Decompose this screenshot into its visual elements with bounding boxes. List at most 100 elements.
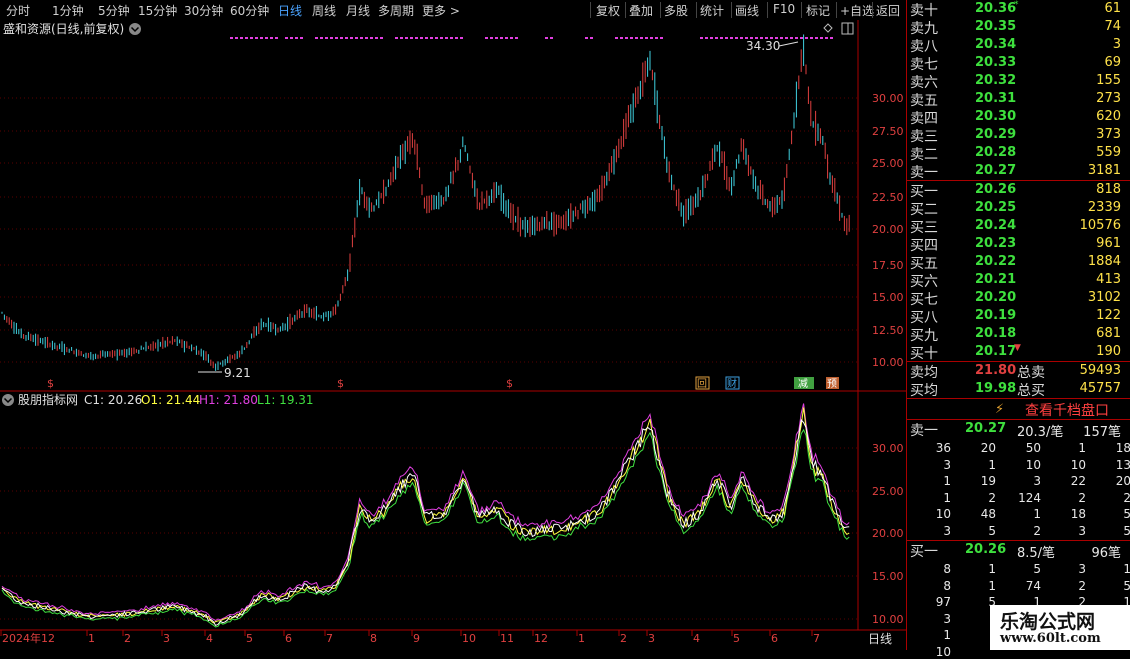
event-marker-jian[interactable]: 减 xyxy=(794,377,814,390)
signal-dot xyxy=(790,37,793,39)
level-price: 20.18 xyxy=(975,326,1017,341)
bid-level-8[interactable]: 买八 20.19 122 xyxy=(907,307,1130,326)
tab-multi-period[interactable]: 多周期 xyxy=(378,2,414,19)
ask-level-3[interactable]: 卖八 20.34 3 xyxy=(907,36,1130,55)
queue-cell: 18 xyxy=(1070,507,1086,521)
signal-dot xyxy=(510,37,513,39)
queue-cell: 2 xyxy=(1123,490,1130,505)
price-tick: 10.00 xyxy=(872,356,904,369)
level-price: 20.22 xyxy=(975,254,1017,269)
draw-line-button[interactable]: 画线 xyxy=(735,2,759,19)
statistics-button[interactable]: 统计 xyxy=(700,2,724,19)
svg-text:回: 回 xyxy=(697,378,707,390)
bid-level-10[interactable]: 买十 20.17 190 ▼ xyxy=(907,343,1130,362)
depth-view-button[interactable]: 查看千档盘口 xyxy=(1025,400,1109,420)
indicator-tick: 25.00 xyxy=(872,485,904,498)
event-marker-cai[interactable]: 财 xyxy=(725,376,740,390)
f10-button[interactable]: F10 xyxy=(773,2,795,16)
indicator-close-line xyxy=(1,418,850,627)
indicator-collapse-icon[interactable] xyxy=(2,394,14,406)
signal-dot xyxy=(585,37,588,39)
ask-level-4[interactable]: 卖七 20.33 69 xyxy=(907,54,1130,73)
tab-30min[interactable]: 30分钟 xyxy=(184,2,223,19)
ask-level-7[interactable]: 卖四 20.30 620 xyxy=(907,108,1130,127)
indicator-name: 股朋指标网 xyxy=(18,392,78,407)
overlay-button[interactable]: 叠加 xyxy=(629,2,653,19)
ask-level-1[interactable]: 卖十 20.36 61 * xyxy=(907,0,1130,19)
level-volume: 122 xyxy=(1096,308,1121,323)
signal-dot xyxy=(730,37,733,39)
add-watchlist-button[interactable]: +自选 xyxy=(840,2,874,19)
ask-level-10[interactable]: 卖一 20.27 3181 xyxy=(907,162,1130,181)
bid-level-6[interactable]: 买六 20.21 413 xyxy=(907,271,1130,290)
level-volume: 3 xyxy=(1112,37,1121,52)
event-marker[interactable]: $ xyxy=(506,377,513,390)
price-tick: 17.50 xyxy=(872,259,904,272)
date-label: 1 xyxy=(578,632,585,645)
ask-level-5[interactable]: 卖六 20.32 155 xyxy=(907,72,1130,91)
diamond-icon[interactable] xyxy=(823,23,833,33)
back-button[interactable]: 返回 xyxy=(876,2,900,19)
bid-level-2[interactable]: 买二 20.25 2339 xyxy=(907,199,1130,218)
queue-cell: 13 xyxy=(1115,457,1130,472)
date-label: 7 xyxy=(813,632,820,645)
window-icon[interactable] xyxy=(841,22,854,35)
tab-5min[interactable]: 5分钟 xyxy=(98,2,130,19)
level-label: 卖一 xyxy=(910,165,938,181)
tab-monthly[interactable]: 月线 xyxy=(346,2,370,19)
queue-cell: 5 xyxy=(1033,562,1041,576)
tab-weekly[interactable]: 周线 xyxy=(312,2,336,19)
level-label: 买六 xyxy=(910,274,938,290)
tab-1min[interactable]: 1分钟 xyxy=(52,2,84,19)
ask-level-9[interactable]: 卖二 20.28 559 xyxy=(907,144,1130,163)
event-marker[interactable]: $ xyxy=(337,377,344,390)
tab-15min[interactable]: 15分钟 xyxy=(138,2,177,19)
divider xyxy=(731,2,732,18)
queue-cell: 20 xyxy=(1115,474,1130,488)
level-label: 卖十 xyxy=(910,3,938,19)
signal-dot xyxy=(590,37,593,39)
kline-chart[interactable]: 盛和资源(日线,前复权) 34.30 9.21 30.00 27.50 25.0… xyxy=(0,20,906,650)
queue-cell: 3 xyxy=(943,457,951,472)
chevron-down-icon[interactable] xyxy=(129,23,141,35)
bid-level-1[interactable]: 买一 20.26 818 xyxy=(907,181,1130,200)
bid-level-4[interactable]: 买四 20.23 961 xyxy=(907,235,1130,254)
level-label: 买三 xyxy=(910,220,938,236)
signal-dot xyxy=(365,37,368,39)
queue-cell: 1 xyxy=(988,457,996,472)
event-marker[interactable]: $ xyxy=(47,377,54,390)
period-toolbar: 分时 1分钟 5分钟 15分钟 30分钟 60分钟 日线 周线 月线 多周期 更… xyxy=(0,0,906,20)
queue-cell: 22 xyxy=(1070,474,1086,488)
date-label: 12 xyxy=(534,632,548,645)
date-label: 3 xyxy=(648,632,655,645)
indicator-tick: 10.00 xyxy=(872,613,904,626)
signal-dot xyxy=(720,37,723,39)
bid-level-9[interactable]: 买九 20.18 681 xyxy=(907,325,1130,344)
tab-60min[interactable]: 60分钟 xyxy=(230,2,269,19)
queue-cell: 20 xyxy=(980,441,996,455)
divider xyxy=(660,2,661,18)
period-label[interactable]: 日线 xyxy=(868,632,892,646)
mark-button[interactable]: 标记 xyxy=(806,2,830,19)
ask-level-8[interactable]: 卖三 20.29 373 xyxy=(907,126,1130,145)
signal-dot xyxy=(450,37,453,39)
restore-rights-button[interactable]: 复权 xyxy=(596,2,620,19)
bid-level-3[interactable]: 买三 20.24 10576 xyxy=(907,217,1130,236)
event-marker-yu[interactable]: 预 xyxy=(826,377,839,390)
divider xyxy=(872,2,873,18)
tab-more[interactable]: 更多 > xyxy=(422,2,460,19)
divider xyxy=(696,2,697,18)
level-price: 20.33 xyxy=(975,55,1017,70)
indicator-tick: 15.00 xyxy=(872,570,904,583)
bid-level-7[interactable]: 买七 20.20 3102 xyxy=(907,289,1130,308)
signal-dot xyxy=(485,37,488,39)
multi-stock-button[interactable]: 多股 xyxy=(664,2,688,19)
level-volume: 61 xyxy=(1104,1,1121,16)
event-marker-hui[interactable]: 回 xyxy=(695,376,710,390)
tab-daily[interactable]: 日线 xyxy=(278,2,302,19)
ask-level-2[interactable]: 卖九 20.35 74 xyxy=(907,18,1130,37)
tab-fenshi[interactable]: 分时 xyxy=(6,2,30,19)
level-price: 20.28 xyxy=(975,145,1017,160)
ask-level-6[interactable]: 卖五 20.31 273 xyxy=(907,90,1130,109)
bid-level-5[interactable]: 买五 20.22 1884 xyxy=(907,253,1130,272)
